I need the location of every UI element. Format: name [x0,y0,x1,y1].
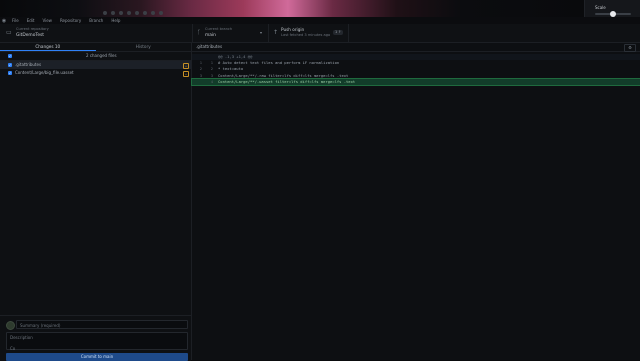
changes-sidebar: Changes 10 History ✓ 2 changed files ✓ .… [0,43,192,361]
branch-icon: ᚴ [197,29,201,36]
repo-label: Current repository [16,27,49,31]
taskbar-strip [103,9,468,16]
menu-file[interactable]: File [8,17,23,24]
repo-icon: ▭ [6,29,12,36]
list-item[interactable]: ✓ Content/Large/big_file.uasset + [0,69,191,77]
file-checkbox[interactable]: ✓ [8,71,12,75]
commit-form: Summary (required) Description Co Commit… [0,315,191,361]
file-name: Content/Large/big_file.uasset [15,70,74,75]
new-line-number: 4 [210,78,213,84]
changed-files-count: 2 changed files [86,53,117,58]
push-label: Push origin [281,27,305,32]
select-all-checkbox[interactable]: ✓ [8,54,12,58]
toolbar: ▭ Current repository GitDemoTest ᚴ Curre… [0,24,640,43]
chevron-down-icon: ▾ [260,30,263,35]
app-window: ◉ File Edit View Repository Branch Help … [0,17,640,361]
menu-help[interactable]: Help [107,17,124,24]
menu-view[interactable]: View [38,17,56,24]
avatar [6,321,15,330]
diff-line-added[interactable]: 4 Content/Large/**/.uasset filter=lfs di… [191,77,640,86]
changed-files-header: ✓ 2 changed files [0,52,191,61]
sidebar-tabs: Changes 10 History [0,43,191,52]
repo-name: GitDemoTest [16,33,45,38]
menu-bar: ◉ File Edit View Repository Branch Help [0,17,640,24]
menu-edit[interactable]: Edit [23,17,39,24]
repo-selector[interactable]: ▭ Current repository GitDemoTest [0,24,193,42]
branch-name: main [205,33,216,38]
file-name: .gitattributes [15,62,42,67]
menu-repository[interactable]: Repository [56,17,85,24]
file-added-icon: + [183,71,189,77]
tab-changes[interactable]: Changes 10 [0,43,96,51]
description-textarea[interactable]: Description [6,332,188,350]
gear-icon[interactable]: ⚙ [624,44,636,52]
diff-panel: .gitattributes ⚙ @@ -1,3 +1,4 @@ 1 1 # A… [191,43,640,360]
push-count-badge: 1 ↑ [333,30,344,35]
diff-header: .gitattributes ⚙ [192,43,640,52]
scale-label: Scale [595,5,606,10]
menu-branch[interactable]: Branch [85,17,107,24]
diff-filename: .gitattributes [196,44,223,49]
upload-icon: ↑ [273,29,279,36]
list-item[interactable]: ✓ .gitattributes + [0,61,191,69]
branch-selector[interactable]: ᚴ Current branch main ▾ [192,24,269,42]
branch-label: Current branch [205,27,233,31]
summary-input[interactable]: Summary (required) [16,320,188,329]
add-coauthor-icon[interactable]: Co [10,346,15,351]
tab-history[interactable]: History [96,43,192,51]
push-button[interactable]: ↑ Push origin Last fetched 3 minutes ago… [268,24,349,42]
file-checkbox[interactable]: ✓ [8,63,12,67]
app-logo-icon: ◉ [1,17,7,24]
diff-line-text: Content/Large/**/.uasset filter=lfs diff… [218,78,356,84]
push-status: Last fetched 3 minutes ago [281,33,331,37]
